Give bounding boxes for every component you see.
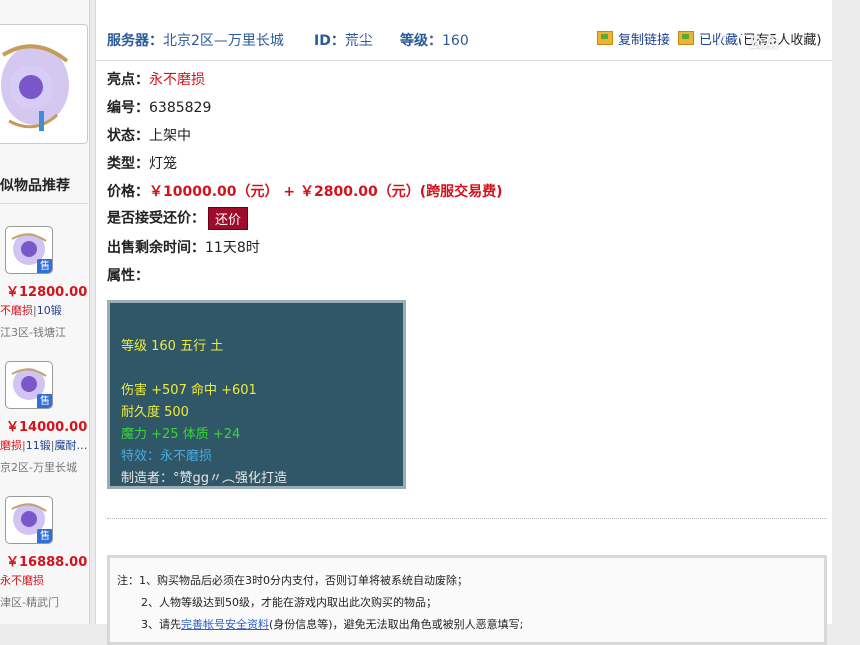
type-row: 类型：灯笼 xyxy=(107,156,177,172)
favorite-icon xyxy=(678,31,694,45)
purchase-notice: 注：1、购买物品后必须在3时0分内支付，否则订单将被系统自动废除； 2、人物等级… xyxy=(107,555,827,645)
attr-special-effect: 特效：永不磨损 xyxy=(121,449,213,464)
attr-damage-hit: 伤害 +507 命中 +601 xyxy=(121,383,257,398)
level-info: 等级：160 xyxy=(400,33,469,49)
lantern-image xyxy=(0,25,87,143)
attributes-label-row: 属性： xyxy=(107,268,149,284)
type-value: 灯笼 xyxy=(149,156,177,172)
sale-badge: 售 xyxy=(37,394,52,408)
highlight-value: 永不磨损 xyxy=(149,72,205,88)
recommend-thumb[interactable]: 售 xyxy=(5,226,53,274)
highlight-row: 亮点：永不磨损 xyxy=(107,72,205,88)
recommend-tags: 永不磨损 xyxy=(0,572,89,588)
level-value: 160 xyxy=(442,33,469,49)
item-detail-panel: 服务器：北京2区—万里长城 ID：荒尘 等级：160 复制链接 已收藏(已有5人… xyxy=(95,0,833,645)
tag: 10锻 xyxy=(36,304,62,317)
notice-line-1: 注：1、购买物品后必须在3时0分内支付，否则订单将被系统自动废除； xyxy=(117,574,468,587)
tag: 永不磨损 xyxy=(0,574,44,587)
bargain-button[interactable]: 还价 xyxy=(208,207,249,230)
price-row: 价格：￥10000.00（元） + ￥2800.00（元）(跨服交易费) xyxy=(107,184,503,200)
tag: 11锻 xyxy=(25,439,51,452)
copy-link-icon xyxy=(597,31,613,45)
attr-maker: 制造者：°赞gg〃︵强化打造 xyxy=(121,471,288,486)
server-value: 北京2区—万里长城 xyxy=(163,33,284,49)
recommend-server: 津区-精武门 xyxy=(0,596,59,609)
watermark-logo-icon xyxy=(718,30,744,56)
recommend-price: ￥16888.00 xyxy=(6,555,88,570)
attr-level-element: 等级 160 五行 土 xyxy=(121,339,224,354)
notice-line-2: 2、人物等级达到50级，才能在游戏内取出此次购买的物品； xyxy=(141,596,437,609)
notice-line-3: 3、请先完善帐号安全资料(身份信息等)，避免无法取出角色或被别人恶意填写; xyxy=(141,618,524,631)
attr-durability: 耐久度 500 xyxy=(121,405,189,420)
attributes-box: 等级 160 五行 土 伤害 +507 命中 +601 耐久度 500 魔力 +… xyxy=(107,300,406,489)
recommend-price: ￥14000.00 xyxy=(6,420,88,435)
tag: 磨损 xyxy=(0,439,22,452)
left-column: 似物品推荐 售 ￥12800.00 不磨损|10锻 江3区-钱塘江 售 ￥140… xyxy=(0,0,90,624)
recommend-tags: 不磨损|10锻 xyxy=(0,304,62,317)
number-value: 6385829 xyxy=(149,100,212,116)
watermark: 公众 xyxy=(718,30,838,60)
recommend-thumb[interactable]: 售 xyxy=(5,496,53,544)
sale-badge: 售 xyxy=(37,529,52,543)
price-value: ￥10000.00（元） + ￥2800.00（元）(跨服交易费) xyxy=(149,184,503,200)
recommend-title: 似物品推荐 xyxy=(0,177,88,204)
sale-badge: 售 xyxy=(37,259,52,273)
status-row: 状态：上架中 xyxy=(107,128,191,144)
item-main-image[interactable] xyxy=(0,24,88,144)
number-row: 编号：6385829 xyxy=(107,100,212,116)
status-value: 上架中 xyxy=(149,128,191,144)
recommend-server: 江3区-钱塘江 xyxy=(0,326,66,339)
copy-link-button[interactable]: 复制链接 xyxy=(597,29,670,48)
remaining-time-value: 11天8时 xyxy=(205,240,260,256)
remaining-time-row: 出售剩余时间：11天8时 xyxy=(107,240,260,256)
recommend-thumb[interactable]: 售 xyxy=(5,361,53,409)
server-info: 服务器：北京2区—万里长城 xyxy=(107,33,284,49)
recommend-server: 京2区-万里长城 xyxy=(0,461,77,474)
recommend-tags: 磨损|11锻|魔耐… xyxy=(0,439,88,452)
id-value: 荒尘 xyxy=(344,33,373,49)
tag: 不磨损 xyxy=(0,304,33,317)
recommend-price: ￥12800.00 xyxy=(6,285,88,300)
bargain-row: 是否接受还价： 还价 xyxy=(107,207,249,230)
tag: 魔耐… xyxy=(54,439,88,452)
divider xyxy=(107,518,827,519)
account-security-link[interactable]: 完善帐号安全资料 xyxy=(181,618,269,631)
attr-magic-physique: 魔力 +25 体质 +24 xyxy=(121,427,241,442)
right-gutter xyxy=(832,0,860,624)
id-info: ID：荒尘 xyxy=(314,33,373,49)
